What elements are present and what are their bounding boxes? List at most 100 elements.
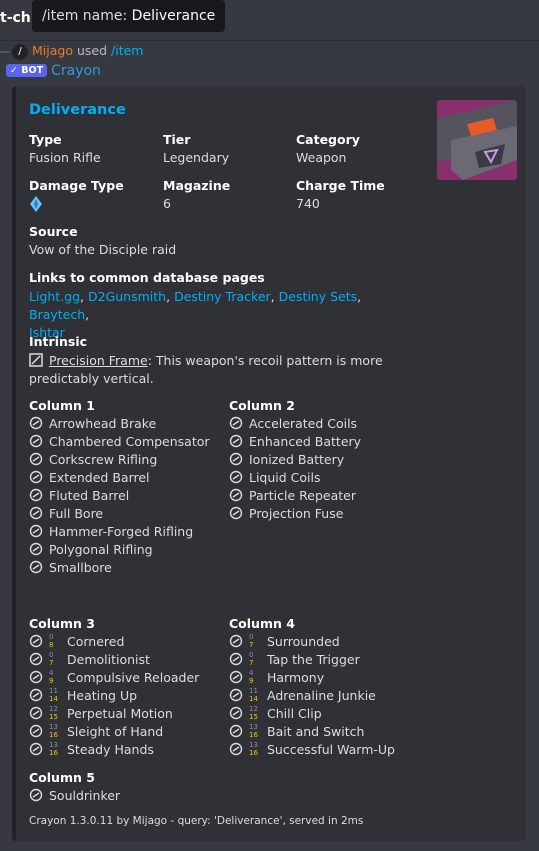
perk-level-badge: 49 <box>249 669 261 685</box>
perk-steady-hands[interactable]: 13 16 Steady Hands <box>29 741 199 759</box>
perk-name: Tap the Trigger <box>267 652 360 667</box>
perk-ionized-battery[interactable]: Ionized Battery <box>229 451 361 469</box>
particle-repeater-icon <box>229 488 243 502</box>
perk-extended-barrel[interactable]: Extended Barrel <box>29 469 210 487</box>
perk-name: Hammer-Forged Rifling <box>49 524 194 539</box>
fluted-barrel-icon <box>29 488 43 502</box>
command-tooltip: /item name: Deliverance <box>32 0 226 32</box>
perk-level: 0 <box>49 633 54 641</box>
reply-header: / Mijago used /item <box>0 43 143 60</box>
perk-name: Chambered Compensator <box>49 434 210 449</box>
perk-name: Perpetual Motion <box>67 706 173 721</box>
perk-full-bore[interactable]: Full Bore <box>29 505 210 523</box>
arrowhead-brake-icon <box>29 416 43 430</box>
perk-compulsive-reloader[interactable]: 4 9 Compulsive Reloader <box>29 669 199 687</box>
perk-level-badge: 12 15 <box>49 705 61 721</box>
perk-surrounded[interactable]: 0 7 Surrounded <box>229 633 395 651</box>
perk-adrenaline-junkie[interactable]: 11 14 Adrenaline Junkie <box>229 687 395 705</box>
field-magazine-name: Magazine <box>163 178 231 193</box>
compulsive-reloader-icon <box>29 670 43 684</box>
weapon-thumbnail <box>437 100 517 180</box>
polygonal-rifling-icon <box>29 542 43 556</box>
perk-enhanced-level: 7 <box>49 659 54 667</box>
field-links-name: Links to common database pages <box>29 270 265 285</box>
perk-harmony[interactable]: 4 9 Harmony <box>229 669 395 687</box>
perk-enhanced-level: 15 <box>249 713 258 721</box>
perk-name: Accelerated Coils <box>249 416 358 431</box>
perk-bait-and-switch[interactable]: 13 16 Bait and Switch <box>229 723 395 741</box>
surrounded-icon <box>229 634 243 648</box>
full-bore-icon <box>29 506 43 520</box>
link-lightgg[interactable]: Light.gg <box>29 289 80 304</box>
smallbore-icon <box>29 560 43 574</box>
perk-hammer-forged-rifling[interactable]: Hammer-Forged Rifling <box>29 523 210 541</box>
perk-cornered[interactable]: 0 8 Cornered <box>29 633 199 651</box>
channel-header: t-ch /item name: Deliverance <box>0 0 539 41</box>
perk-corkscrew-rifling[interactable]: Corkscrew Rifling <box>29 451 210 469</box>
perk-level: 11 <box>249 687 258 695</box>
field-type-name: Type <box>29 132 62 147</box>
hammer-forged-rifling-icon <box>29 524 43 538</box>
perk-name: Polygonal Rifling <box>49 542 153 557</box>
perk-chill-clip[interactable]: 12 15 Chill Clip <box>229 705 395 723</box>
field-category: Category Weapon <box>296 132 360 165</box>
perk-chambered-compensator[interactable]: Chambered Compensator <box>29 433 210 451</box>
perk-smallbore[interactable]: Smallbore <box>29 559 210 577</box>
perk-name: Steady Hands <box>67 742 154 757</box>
reply-username[interactable]: Mijago <box>32 43 73 58</box>
perk-arrowhead-brake[interactable]: Arrowhead Brake <box>29 415 210 433</box>
perk-souldrinker[interactable]: Souldrinker <box>29 787 120 805</box>
perk-perpetual-motion[interactable]: 12 15 Perpetual Motion <box>29 705 199 723</box>
perk-level: 4 <box>49 669 54 677</box>
link-destiny-tracker[interactable]: Destiny Tracker <box>174 289 271 304</box>
perk-successful-warm-up[interactable]: 13 16 Successful Warm-Up <box>229 741 395 759</box>
enhanced-battery-icon <box>229 434 243 448</box>
perk-level: 4 <box>249 669 254 677</box>
perk-heating-up[interactable]: 11 14 Heating Up <box>29 687 199 705</box>
perk-liquid-coils[interactable]: Liquid Coils <box>229 469 361 487</box>
perk-level-badge: 13 16 <box>49 741 61 757</box>
links-separator: , <box>85 307 90 322</box>
perk-enhanced-battery[interactable]: Enhanced Battery <box>229 433 361 451</box>
perk-accelerated-coils[interactable]: Accelerated Coils <box>229 415 361 433</box>
perk-name: Fluted Barrel <box>49 488 130 503</box>
perk-projection-fuse[interactable]: Projection Fuse <box>229 505 361 523</box>
field-category-value: Weapon <box>296 150 347 165</box>
perk-level: 0 <box>49 651 54 659</box>
column-3-perks: 0 8 Cornered 0 7 Demolitionist 4 9 Compulsive Re… <box>29 633 199 759</box>
perk-name: Particle Repeater <box>249 488 356 503</box>
perk-particle-repeater[interactable]: Particle Repeater <box>229 487 361 505</box>
perk-name: Harmony <box>267 670 325 685</box>
bot-header: ✓ BOT Crayon <box>6 62 101 79</box>
perk-polygonal-rifling[interactable]: Polygonal Rifling <box>29 541 210 559</box>
column-5-perks: Souldrinker <box>29 787 120 805</box>
column-4: Column 4 0 7 Surrounded 0 7 Tap the Trigger 4 9… <box>229 616 395 759</box>
intrinsic-perk-name[interactable]: Precision Frame <box>49 353 148 368</box>
avatar[interactable]: / <box>12 43 28 60</box>
perk-enhanced-level: 14 <box>249 695 258 703</box>
links-separator: , <box>80 289 88 304</box>
reply-command[interactable]: /item <box>111 43 143 58</box>
perk-level-badge: 07 <box>49 651 61 667</box>
demolitionist-icon <box>29 652 43 666</box>
embed-title[interactable]: Deliverance <box>29 102 126 118</box>
link-braytech[interactable]: Braytech <box>29 307 85 322</box>
field-intrinsic-name: Intrinsic <box>29 334 88 349</box>
perk-name: Sleight of Hand <box>67 724 164 739</box>
field-type: Type Fusion Rifle <box>29 132 101 165</box>
perk-level-badge: 13 16 <box>249 723 261 739</box>
perk-enhanced-level: 7 <box>249 641 254 649</box>
channel-name[interactable]: t-ch <box>0 10 31 26</box>
perk-sleight-of-hand[interactable]: 13 16 Sleight of Hand <box>29 723 199 741</box>
perk-fluted-barrel[interactable]: Fluted Barrel <box>29 487 210 505</box>
link-d2gunsmith[interactable]: D2Gunsmith <box>88 289 166 304</box>
field-tier-value: Legendary <box>163 150 230 165</box>
link-destiny-sets[interactable]: Destiny Sets <box>279 289 358 304</box>
column-5-title: Column 5 <box>29 770 95 785</box>
column-3: Column 3 0 8 Cornered 0 7 Demolitionist 4 9 Comp… <box>29 616 199 759</box>
perk-tap-the-trigger[interactable]: 0 7 Tap the Trigger <box>229 651 395 669</box>
perk-demolitionist[interactable]: 0 7 Demolitionist <box>29 651 199 669</box>
links-separator: , <box>270 289 279 304</box>
bot-name[interactable]: Crayon <box>51 63 101 79</box>
field-charge-time-value: 740 <box>296 196 320 211</box>
